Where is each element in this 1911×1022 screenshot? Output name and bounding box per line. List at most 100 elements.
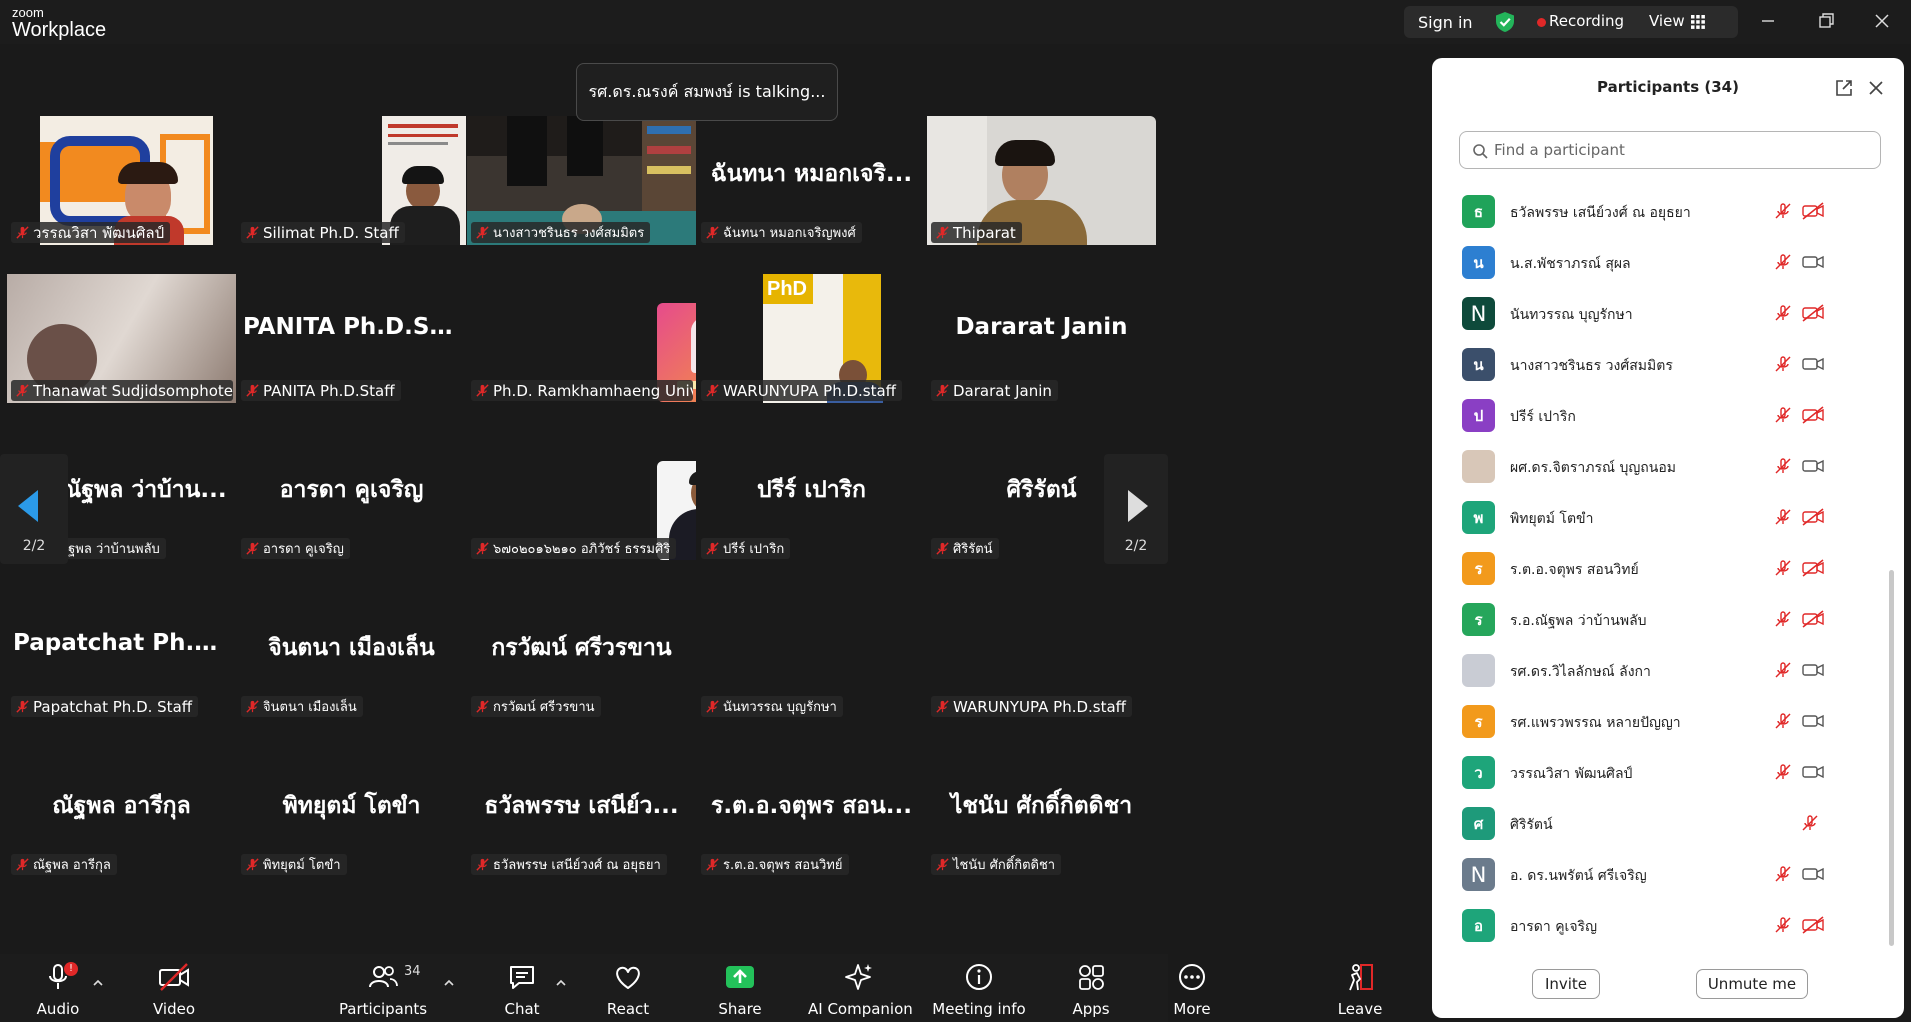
muted-mic-icon[interactable] bbox=[1774, 865, 1792, 887]
participant-row[interactable]: ป ปรีร์ เปาริก bbox=[1432, 390, 1892, 441]
close-window-icon[interactable] bbox=[1871, 10, 1893, 32]
video-off-icon[interactable] bbox=[1801, 559, 1825, 581]
sign-in-button[interactable]: Sign in bbox=[1404, 6, 1487, 38]
muted-mic-icon[interactable] bbox=[1774, 202, 1792, 224]
video-on-icon[interactable] bbox=[1801, 253, 1825, 275]
next-page-button[interactable]: 2/2 bbox=[1104, 454, 1168, 564]
muted-mic-icon[interactable] bbox=[1774, 610, 1792, 632]
video-on-icon[interactable] bbox=[1801, 712, 1825, 734]
video-on-icon[interactable] bbox=[1801, 865, 1825, 887]
muted-mic-icon[interactable] bbox=[1774, 661, 1792, 683]
video-tile[interactable]: จินตนา เมืองเล็น จินตนา เมืองเล็น bbox=[237, 590, 466, 719]
video-tile[interactable]: ฉันทนา หมอกเจริ... ฉันทนา หมอกเจริญพงศ์ bbox=[697, 116, 926, 245]
muted-mic-icon[interactable] bbox=[1801, 814, 1819, 836]
participant-row[interactable]: ผศ.ดร.จิตราภรณ์ บุญถนอม bbox=[1432, 441, 1892, 492]
audio-options-caret-icon[interactable] bbox=[92, 978, 104, 988]
participant-row[interactable]: ธ ธวัลพรรษ เสนีย์วงศ์ ณ อยุธยา bbox=[1432, 186, 1892, 237]
restore-icon[interactable] bbox=[1815, 10, 1837, 32]
video-tile[interactable]: ณัฐพล อารีกุล ณัฐพล อารีกุล bbox=[7, 748, 236, 877]
muted-mic-icon[interactable] bbox=[1774, 916, 1792, 938]
more-button[interactable]: More bbox=[1166, 954, 1218, 1022]
participant-row[interactable]: น นางสาวชรินธร วงศ์สมมิตร bbox=[1432, 339, 1892, 390]
grid-view-icon[interactable] bbox=[1691, 15, 1705, 29]
participant-name-tag: Papatchat Ph.D. Staff bbox=[11, 696, 199, 717]
video-on-icon[interactable] bbox=[1801, 763, 1825, 785]
audio-button[interactable]: ! Audio bbox=[20, 954, 96, 1022]
video-on-icon[interactable] bbox=[1801, 355, 1825, 377]
video-tile[interactable]: วรรณวิสา พัฒนศิลป์ bbox=[7, 116, 236, 245]
video-tile[interactable]: ธวัลพรรษ เสนีย์ว... ธวัลพรรษ เสนีย์วงศ์ … bbox=[467, 748, 696, 877]
video-tile[interactable]: N นันทวรรณ บุญรักษา bbox=[697, 590, 926, 719]
participant-row[interactable]: N นันทวรรณ บุญรักษา bbox=[1432, 288, 1892, 339]
previous-page-button[interactable]: 2/2 bbox=[0, 454, 68, 564]
chat-options-caret-icon[interactable] bbox=[555, 978, 567, 988]
scrollbar-thumb[interactable] bbox=[1889, 570, 1894, 946]
muted-mic-icon[interactable] bbox=[1774, 457, 1792, 479]
video-tile[interactable]: Thiparat bbox=[927, 116, 1156, 245]
muted-mic-icon[interactable] bbox=[1774, 253, 1792, 275]
minimize-icon[interactable] bbox=[1757, 10, 1779, 32]
video-tile[interactable]: Thanawat Sudjidsomphote Ph.d 68 bbox=[7, 274, 236, 403]
participant-row[interactable]: พ พิทยุตม์ โตขำ bbox=[1432, 492, 1892, 543]
video-on-icon[interactable] bbox=[1801, 661, 1825, 683]
participant-row[interactable]: อ อารดา คูเจริญ bbox=[1432, 900, 1892, 951]
video-tile[interactable]: ร.ต.อ.จตุพร สอน... ร.ต.อ.จตุพร สอนวิทย์ bbox=[697, 748, 926, 877]
participant-row[interactable]: ว วรรณวิสา พัฒนศิลป์ bbox=[1432, 747, 1892, 798]
video-off-icon[interactable] bbox=[1801, 202, 1825, 224]
video-tile[interactable]: Silimat Ph.D. Staff bbox=[237, 116, 466, 245]
participants-options-caret-icon[interactable] bbox=[443, 978, 455, 988]
react-button[interactable]: React bbox=[600, 954, 656, 1022]
participant-row[interactable]: ร ร.ต.อ.จตุพร สอนวิทย์ bbox=[1432, 543, 1892, 594]
invite-button[interactable]: Invite bbox=[1532, 969, 1600, 999]
view-button[interactable]: View bbox=[1649, 12, 1685, 30]
video-off-icon[interactable] bbox=[1801, 610, 1825, 632]
video-tile[interactable]: Dararat Janin Dararat Janin bbox=[927, 274, 1156, 403]
video-on-icon[interactable] bbox=[1801, 457, 1825, 479]
ai-companion-button[interactable]: AI Companion bbox=[808, 954, 913, 1022]
apps-button[interactable]: Apps bbox=[1066, 954, 1116, 1022]
unmute-me-button[interactable]: Unmute me bbox=[1696, 969, 1808, 999]
video-tile[interactable]: กรวัฒน์ ศรีวรขาน กรวัฒน์ ศรีวรขาน bbox=[467, 590, 696, 719]
video-tile[interactable]: Ph.D. Ramkhamhaeng University bbox=[467, 274, 696, 403]
video-off-icon[interactable] bbox=[1801, 406, 1825, 428]
chat-button[interactable]: Chat bbox=[494, 954, 550, 1022]
search-input[interactable] bbox=[1494, 141, 1854, 159]
leave-button[interactable]: Leave bbox=[1332, 954, 1388, 1022]
muted-mic-icon[interactable] bbox=[1774, 763, 1792, 785]
video-button[interactable]: Video bbox=[136, 954, 212, 1022]
video-tile[interactable]: ๖๗๐๒๐๑๖๒๑๐ อภิวัชร์ ธรรมศิริ bbox=[467, 432, 696, 561]
video-tile[interactable]: อารดา คูเจริญ อารดา คูเจริญ bbox=[237, 432, 466, 561]
video-off-icon[interactable] bbox=[1801, 304, 1825, 326]
muted-mic-icon[interactable] bbox=[1774, 355, 1792, 377]
popout-icon[interactable] bbox=[1834, 78, 1854, 98]
participant-row[interactable]: N อ. ดร.นพรัตน์ ศรีเจริญ bbox=[1432, 849, 1892, 900]
video-tile[interactable]: ไชนับ ศักดิ์กิตดิชา ไชนับ ศักดิ์กิตดิชา bbox=[927, 748, 1156, 877]
participant-row[interactable]: ร ร.อ.ณัฐพล ว่าบ้านพลับ bbox=[1432, 594, 1892, 645]
participants-button[interactable]: 34 Participants bbox=[338, 954, 428, 1022]
muted-mic-icon[interactable] bbox=[1774, 304, 1792, 326]
participant-row[interactable]: รศ.ดร.วิไลลักษณ์ ลังกา bbox=[1432, 645, 1892, 696]
video-tile[interactable]: ปรีร์ เปาริก ปรีร์ เปาริก bbox=[697, 432, 926, 561]
video-tile[interactable]: นางสาวชรินธร วงศ์สมมิตร bbox=[467, 116, 696, 245]
muted-mic-icon[interactable] bbox=[1774, 712, 1792, 734]
participant-row[interactable]: ศ ศิริรัตน์ bbox=[1432, 798, 1892, 849]
muted-mic-icon[interactable] bbox=[1774, 508, 1792, 530]
video-off-icon[interactable] bbox=[1801, 916, 1825, 938]
participant-row[interactable]: ร รศ.แพรวพรรณ หลายปัญญา bbox=[1432, 696, 1892, 747]
participant-row[interactable]: น น.ส.พัชราภรณ์ สุผล bbox=[1432, 237, 1892, 288]
participant-avatar: อ bbox=[1462, 909, 1495, 942]
share-button[interactable]: Share bbox=[710, 954, 770, 1022]
close-panel-icon[interactable] bbox=[1866, 78, 1886, 98]
video-tile[interactable]: พิทยุตม์ โตขำ พิทยุตม์ โตขำ bbox=[237, 748, 466, 877]
video-tile[interactable]: PhD WARUNYUPA Ph.D.staff bbox=[697, 274, 926, 403]
video-tile[interactable]: PANITA Ph.D.St... PANITA Ph.D.Staff bbox=[237, 274, 466, 403]
participant-search[interactable] bbox=[1459, 131, 1881, 169]
video-tile[interactable]: Papatchat Ph.D.... Papatchat Ph.D. Staff bbox=[7, 590, 236, 719]
video-tile[interactable]: WARUNYUPA Ph.D.staff bbox=[927, 590, 1156, 719]
meeting-info-button[interactable]: Meeting info bbox=[932, 954, 1026, 1022]
muted-mic-icon[interactable] bbox=[1774, 559, 1792, 581]
shield-icon[interactable] bbox=[1494, 11, 1516, 33]
video-off-icon[interactable] bbox=[1801, 508, 1825, 530]
muted-mic-icon[interactable] bbox=[1774, 406, 1792, 428]
recording-label[interactable]: Recording bbox=[1549, 12, 1624, 30]
